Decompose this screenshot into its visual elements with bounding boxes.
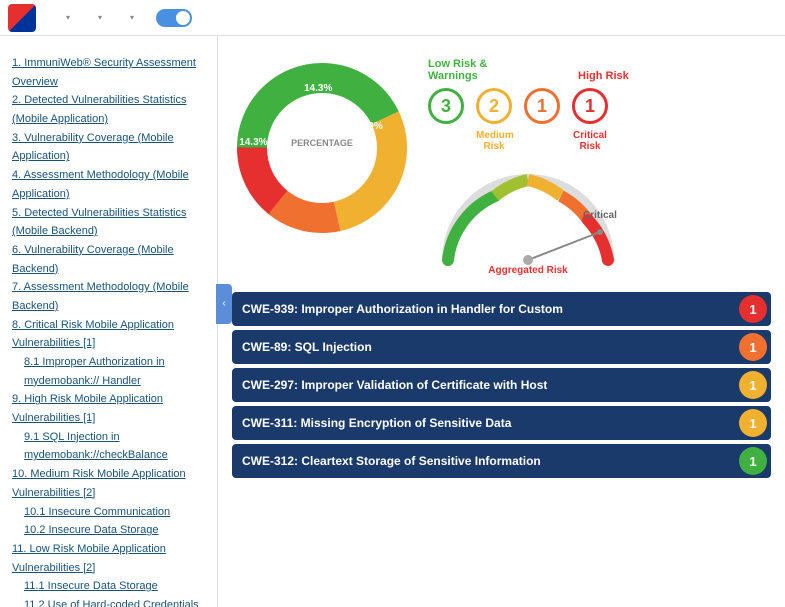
- svg-text:Critical: Critical: [583, 210, 617, 221]
- badge-labels-row: Low Risk & Warnings High Risk: [428, 58, 771, 82]
- sidebar-item-10[interactable]: 9.1 SQL Injection in mydemobank://checkB…: [12, 428, 205, 465]
- medium-risk-label: Medium Risk: [476, 130, 512, 152]
- critical-risk-label: Critical Risk: [572, 130, 608, 152]
- pct-low-label: 42.9%: [354, 121, 382, 132]
- sidebar-item-1[interactable]: 2. Detected Vulnerabilities Statistics (…: [12, 91, 205, 128]
- badge-bottom-labels: Medium Risk Critical Risk: [428, 130, 771, 152]
- cwe-badge-3: 1: [739, 409, 767, 437]
- low-risk-label: Low Risk & Warnings: [428, 58, 518, 82]
- sidebar-item-2[interactable]: 3. Vulnerability Coverage (Mobile Applic…: [12, 129, 205, 166]
- main-layout: 1. ImmuniWeb® Security Assessment Overvi…: [0, 36, 785, 607]
- cwe-row-2[interactable]: CWE-297: Improper Validation of Certific…: [232, 368, 771, 402]
- badge-circle-critical: 1: [572, 88, 608, 124]
- sidebar-item-5[interactable]: 6. Vulnerability Coverage (Mobile Backen…: [12, 241, 205, 278]
- badge-low: 3: [428, 88, 464, 124]
- cwe-row-1[interactable]: CWE-89: SQL Injection 1: [232, 330, 771, 364]
- chevron-down-icon: ▾: [130, 13, 134, 22]
- cwe-row-text-1: CWE-89: SQL Injection: [242, 340, 731, 354]
- sidebar-collapse-arrow[interactable]: ‹: [216, 284, 232, 324]
- donut-chart: PERCENTAGE 14.3% 14.3% 42.9% 28.6%: [232, 58, 412, 238]
- svg-text:PERCENTAGE: PERCENTAGE: [291, 138, 353, 148]
- cwe-row-3[interactable]: CWE-311: Missing Encryption of Sensitive…: [232, 406, 771, 440]
- chevron-down-icon: ▾: [66, 13, 70, 22]
- sidebar-item-11[interactable]: 10. Medium Risk Mobile Application Vulne…: [12, 465, 205, 502]
- sidebar-item-13[interactable]: 10.2 Insecure Data Storage: [12, 521, 205, 540]
- app-logo: [8, 4, 36, 32]
- cwe-badge-4: 1: [739, 447, 767, 475]
- sidebar-item-8[interactable]: 8.1 Improper Authorization in mydemobank…: [12, 353, 205, 390]
- badge-section: Low Risk & Warnings High Risk 3 2 1: [428, 58, 771, 152]
- cwe-row-text-2: CWE-297: Improper Validation of Certific…: [242, 378, 731, 392]
- chevron-down-icon: ▾: [98, 13, 102, 22]
- sidebar-item-4[interactable]: 5. Detected Vulnerabilities Statistics (…: [12, 204, 205, 241]
- view-toggle[interactable]: [156, 9, 192, 27]
- risk-info-panel: Low Risk & Warnings High Risk 3 2 1: [428, 58, 771, 280]
- cwe-badge-1: 1: [739, 333, 767, 361]
- cwe-row-text-3: CWE-311: Missing Encryption of Sensitive…: [242, 416, 731, 430]
- badges-row: 3 2 1 1: [428, 88, 771, 124]
- sidebar-item-12[interactable]: 10.1 Insecure Communication: [12, 503, 205, 522]
- cwe-row-0[interactable]: CWE-939: Improper Authorization in Handl…: [232, 292, 771, 326]
- sidebar-item-6[interactable]: 7. Assessment Methodology (Mobile Backen…: [12, 278, 205, 315]
- cwe-list: CWE-939: Improper Authorization in Handl…: [232, 292, 771, 478]
- sidebar-item-16[interactable]: 11.2 Use of Hard-coded Credentials: [12, 596, 205, 607]
- high-risk-label: High Risk: [578, 70, 629, 82]
- badge-critical: 1: [572, 88, 608, 124]
- gauge-container: Critical Aggregated Risk: [428, 160, 628, 280]
- pct-high-label: 14.3%: [239, 137, 267, 148]
- sidebar-item-3[interactable]: 4. Assessment Methodology (Mobile Applic…: [12, 166, 205, 203]
- sidebar-item-15[interactable]: 11.1 Insecure Data Storage: [12, 577, 205, 596]
- pct-critical-label: 14.3%: [304, 83, 332, 94]
- sidebar-item-9[interactable]: 9. High Risk Mobile Application Vulnerab…: [12, 390, 205, 427]
- cwe-badge-2: 1: [739, 371, 767, 399]
- badge-circle-medium: 2: [476, 88, 512, 124]
- aggregated-risk-label: Aggregated Risk: [488, 265, 567, 276]
- nav-tab-patchstatus[interactable]: ▾: [116, 9, 144, 26]
- nav-tab-risklevel[interactable]: ▾: [84, 9, 112, 26]
- statistics-area: PERCENTAGE 14.3% 14.3% 42.9% 28.6% Low R…: [232, 58, 771, 280]
- cwe-badge-0: 1: [739, 295, 767, 323]
- sidebar-item-0[interactable]: 1. ImmuniWeb® Security Assessment Overvi…: [12, 54, 205, 91]
- cwe-row-4[interactable]: CWE-312: Cleartext Storage of Sensitive …: [232, 444, 771, 478]
- pct-medium-label: 28.6%: [304, 173, 332, 184]
- cwe-row-text-0: CWE-939: Improper Authorization in Handl…: [242, 302, 731, 316]
- main-content: PERCENTAGE 14.3% 14.3% 42.9% 28.6% Low R…: [218, 36, 785, 607]
- sidebar-item-14[interactable]: 11. Low Risk Mobile Application Vulnerab…: [12, 540, 205, 577]
- badge-medium: 2: [476, 88, 512, 124]
- badge-circle-high: 1: [524, 88, 560, 124]
- cwe-row-text-4: CWE-312: Cleartext Storage of Sensitive …: [242, 454, 731, 468]
- sidebar-item-7[interactable]: 8. Critical Risk Mobile Application Vuln…: [12, 316, 205, 353]
- gauge-svg: Critical: [428, 160, 628, 280]
- top-navigation: ▾ ▾ ▾: [0, 0, 785, 36]
- badge-circle-low: 3: [428, 88, 464, 124]
- nav-tab-vulnerability[interactable]: ▾: [52, 9, 80, 26]
- sidebar: 1. ImmuniWeb® Security Assessment Overvi…: [0, 36, 218, 607]
- badge-high: 1: [524, 88, 560, 124]
